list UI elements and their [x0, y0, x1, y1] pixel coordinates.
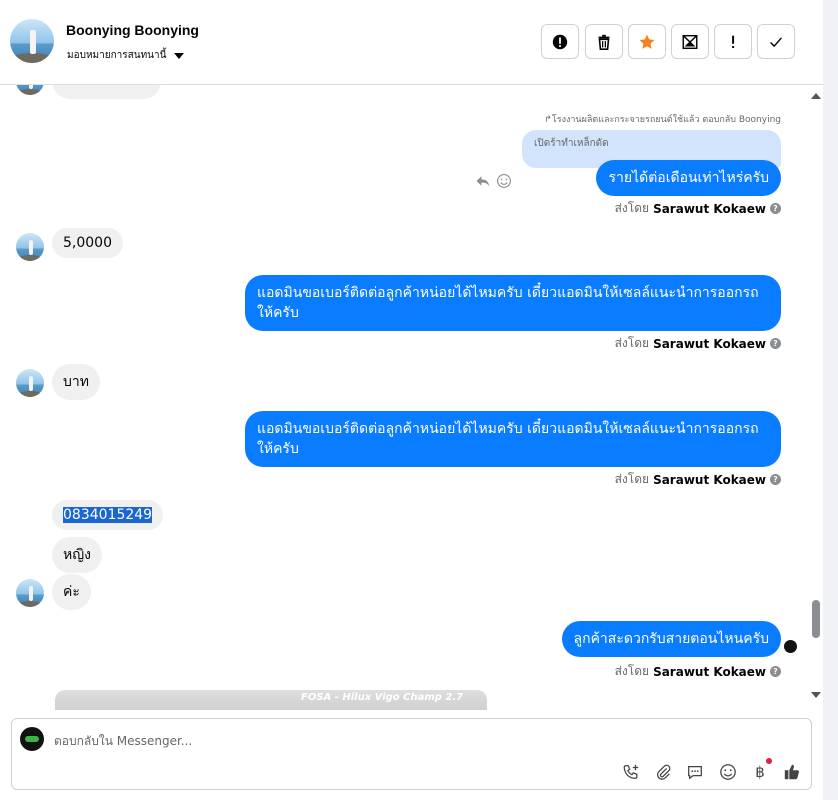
baht-icon: ฿	[755, 763, 765, 781]
scroll-thumb[interactable]	[812, 600, 820, 638]
help-icon[interactable]: ?	[770, 666, 781, 677]
conversation-header: Boonying Boonying มอบหมายการสนทนานี้	[0, 0, 823, 85]
outgoing-message[interactable]: แอดมินขอเบอร์ติดต่อลูกค้าหน่อยได้ไหมครับ…	[245, 411, 781, 467]
flag-spam-button[interactable]	[714, 24, 752, 59]
delete-button[interactable]	[585, 24, 623, 59]
mail-icon	[682, 34, 698, 49]
help-icon[interactable]: ?	[770, 338, 781, 349]
call-add-icon	[623, 764, 639, 779]
incoming-message[interactable]: 5,0000	[52, 228, 123, 258]
star-button[interactable]	[628, 24, 666, 59]
alert-icon	[552, 34, 568, 49]
message-list[interactable]: เบอร์ติดต่อ ค่ะ ↱โรงงานผลิตและกระจายรถยน…	[0, 85, 823, 710]
trash-icon	[598, 34, 610, 50]
messenger-inbox: Boonying Boonying มอบหมายการสนทนานี้ เบอ…	[0, 0, 838, 800]
attach-button[interactable]	[652, 761, 674, 783]
like-button[interactable]	[781, 761, 803, 783]
assign-label: มอบหมายการสนทนานี้	[67, 50, 167, 61]
emoji-button[interactable]	[717, 761, 739, 783]
scroll-up-icon[interactable]	[811, 93, 821, 99]
sent-by-label: ส่งโดย Sarawut Kokaew ?	[615, 470, 781, 489]
exclamation-icon	[732, 35, 735, 48]
attach-icon	[656, 764, 671, 780]
thumbs-up-icon	[784, 764, 799, 780]
reply-meta: ↱โรงงานผลิตและกระจายรถยนต์ใช้แล้ว ตอบกลั…	[544, 115, 781, 125]
contact-avatar-small	[16, 85, 44, 95]
incoming-message-phone[interactable]: 0834015249	[52, 500, 164, 530]
react-emoji-icon[interactable]	[496, 173, 512, 189]
incoming-message[interactable]: เบอร์ติดต่อ ค่ะ	[52, 85, 161, 99]
alert-button[interactable]	[541, 24, 579, 59]
selected-phone-text[interactable]: 0834015249	[63, 507, 153, 523]
sent-by-label: ส่งโดย Sarawut Kokaew ?	[615, 199, 781, 218]
contact-avatar-small	[16, 579, 44, 607]
contact-avatar-small	[16, 369, 44, 397]
emoji-icon	[720, 764, 736, 780]
seen-indicator-avatar	[784, 640, 797, 653]
reply-input[interactable]	[54, 731, 654, 751]
mark-done-button[interactable]	[757, 24, 795, 59]
image-caption: FOSA - Hilux Vigo Champ 2.7	[301, 692, 464, 703]
contact-avatar[interactable]	[10, 19, 54, 63]
outgoing-message[interactable]: ลูกค้าสะดวกรับสายตอนไหนครับ	[561, 621, 781, 657]
incoming-message[interactable]: หญิง	[52, 537, 102, 573]
reply-composer: ฿	[11, 718, 812, 790]
saved-replies-button[interactable]	[684, 761, 706, 783]
incoming-message[interactable]: ค่ะ	[52, 574, 91, 610]
outgoing-message[interactable]: รายได้ต่อเดือนเท่าไหร่ครับ	[596, 160, 781, 196]
sent-by-label: ส่งโดย Sarawut Kokaew ?	[615, 662, 781, 681]
caret-down-icon	[174, 52, 185, 59]
add-call-button[interactable]	[620, 761, 642, 783]
incoming-message[interactable]: บาท	[52, 364, 100, 400]
help-icon[interactable]: ?	[770, 474, 781, 485]
notification-dot	[766, 758, 772, 764]
outgoing-message[interactable]: แอดมินขอเบอร์ติดต่อลูกค้าหน่อยได้ไหมครับ…	[245, 275, 781, 331]
mark-unread-button[interactable]	[671, 24, 709, 59]
scroll-down-icon[interactable]	[811, 692, 821, 698]
reply-icon[interactable]	[475, 173, 491, 189]
image-attachment[interactable]: FOSA - Hilux Vigo Champ 2.7	[55, 690, 487, 710]
help-icon[interactable]: ?	[770, 203, 781, 214]
contact-name[interactable]: Boonying Boonying	[66, 22, 199, 38]
assign-conversation-dropdown[interactable]: มอบหมายการสนทนานี้	[67, 48, 185, 63]
contact-avatar-small	[16, 233, 44, 261]
star-icon	[639, 34, 655, 49]
page-avatar	[20, 727, 44, 751]
reply-arrow-icon: ↱	[544, 115, 552, 125]
window-edge	[823, 0, 838, 800]
sent-by-label: ส่งโดย Sarawut Kokaew ?	[615, 334, 781, 353]
chat-bubble-icon	[688, 765, 702, 780]
payment-button[interactable]: ฿	[749, 761, 771, 783]
check-icon	[770, 36, 782, 47]
